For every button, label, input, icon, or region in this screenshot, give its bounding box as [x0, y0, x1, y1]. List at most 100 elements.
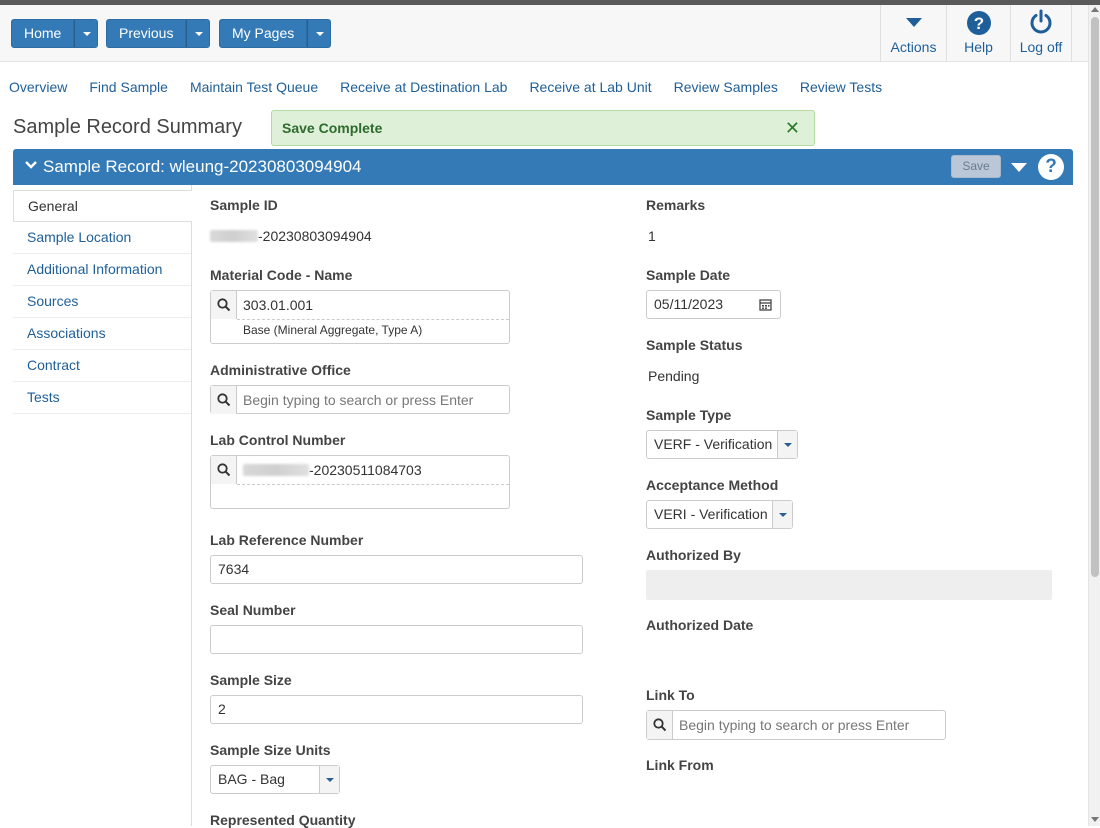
- search-icon: [653, 718, 667, 732]
- lab-control-number-text: -20230511084703: [309, 462, 422, 478]
- scroll-down-icon[interactable]: [1091, 817, 1099, 822]
- top-navigation-bar: Home Previous My Pages Actions ? Help Lo…: [0, 5, 1088, 62]
- sample-record-panel-header: Sample Record: wleung-20230803094904 Sav…: [13, 149, 1073, 185]
- sample-size-units-select[interactable]: BAG - Bag: [210, 765, 340, 794]
- lab-control-number-value: -20230511084703: [243, 462, 422, 478]
- vertical-scrollbar[interactable]: [1088, 5, 1100, 826]
- search-icon-cell: [211, 386, 237, 414]
- administrative-office-search[interactable]: Begin typing to search or press Enter: [210, 385, 510, 414]
- tab-maintain-test-queue[interactable]: Maintain Test Queue: [190, 79, 318, 97]
- previous-button[interactable]: Previous: [106, 19, 187, 48]
- log-off-button[interactable]: Log off: [1010, 5, 1072, 62]
- scroll-up-icon[interactable]: [1091, 7, 1099, 12]
- sidebar-item-tests[interactable]: Tests: [13, 382, 191, 414]
- link-to-search[interactable]: Begin typing to search or press Enter: [646, 710, 946, 740]
- sidebar-item-contract[interactable]: Contract: [13, 350, 191, 382]
- redacted-text: [210, 230, 258, 242]
- acceptance-method-select[interactable]: VERI - Verification: [646, 500, 793, 529]
- seal-number-label: Seal Number: [210, 602, 296, 618]
- log-off-label: Log off: [1019, 39, 1063, 55]
- home-dropdown-toggle[interactable]: [74, 19, 99, 48]
- chevron-down-icon: [905, 18, 922, 27]
- material-code-label: Material Code - Name: [210, 267, 353, 283]
- search-icon: [217, 298, 231, 312]
- sample-type-value: VERF - Verification: [654, 436, 773, 452]
- record-sections-sidebar: General Sample Location Additional Infor…: [13, 185, 192, 826]
- remarks-value: 1: [648, 228, 656, 244]
- close-icon[interactable]: ✕: [785, 118, 800, 139]
- tab-receive-at-lab-unit[interactable]: Receive at Lab Unit: [529, 79, 651, 97]
- help-label: Help: [964, 39, 993, 55]
- svg-text:?: ?: [973, 14, 983, 33]
- sidebar-item-additional-information[interactable]: Additional Information: [13, 254, 191, 286]
- authorized-by-label: Authorized By: [646, 547, 741, 563]
- actions-button[interactable]: Actions: [880, 5, 946, 62]
- my-pages-button[interactable]: My Pages: [219, 19, 308, 48]
- administrative-office-placeholder: Begin typing to search or press Enter: [243, 392, 474, 408]
- sample-id-label: Sample ID: [210, 197, 278, 213]
- material-code-value: 303.01.001: [243, 297, 314, 313]
- help-icon: ?: [966, 11, 991, 35]
- chevron-down-icon[interactable]: [25, 160, 37, 170]
- lab-reference-number-input[interactable]: 7634: [210, 555, 583, 584]
- sample-size-units-value: BAG - Bag: [218, 771, 285, 787]
- sidebar-item-general[interactable]: General: [13, 190, 192, 222]
- scrollbar-thumb[interactable]: [1091, 17, 1099, 577]
- sample-status-value: Pending: [648, 368, 700, 384]
- search-icon-cell: [211, 456, 237, 484]
- previous-button-group: Previous: [106, 19, 211, 48]
- tab-receive-at-destination-lab[interactable]: Receive at Destination Lab: [340, 79, 507, 97]
- lab-control-number-search[interactable]: -20230511084703: [210, 455, 510, 509]
- seal-number-input[interactable]: [210, 625, 583, 654]
- panel-help-icon[interactable]: ?: [1038, 154, 1064, 180]
- link-to-label: Link To: [646, 687, 695, 703]
- link-to-placeholder: Begin typing to search or press Enter: [679, 717, 910, 733]
- tab-overview[interactable]: Overview: [9, 79, 67, 97]
- help-button[interactable]: ? Help: [946, 5, 1010, 62]
- material-name-value: Base (Mineral Aggregate, Type A): [237, 319, 509, 340]
- home-button[interactable]: Home: [11, 19, 75, 48]
- previous-dropdown-toggle[interactable]: [186, 19, 211, 48]
- sidebar-item-associations[interactable]: Associations: [13, 318, 191, 350]
- sample-id-value: -20230803094904: [210, 228, 372, 244]
- tab-review-samples[interactable]: Review Samples: [674, 79, 778, 97]
- alert-message: Save Complete: [282, 120, 383, 136]
- sample-type-label: Sample Type: [646, 407, 732, 423]
- sample-status-label: Sample Status: [646, 337, 743, 353]
- search-icon: [217, 463, 231, 477]
- remarks-label: Remarks: [646, 197, 706, 213]
- panel-title: Sample Record: wleung-20230803094904: [43, 157, 362, 176]
- search-icon-cell: [647, 711, 673, 739]
- lab-control-number-description: [237, 484, 509, 509]
- sample-date-label: Sample Date: [646, 267, 731, 283]
- link-from-label: Link From: [646, 757, 714, 773]
- sample-date-input[interactable]: 05/11/2023: [646, 290, 781, 319]
- authorized-by-field: [646, 570, 1052, 600]
- sidebar-item-sample-location[interactable]: Sample Location: [13, 222, 191, 254]
- my-pages-dropdown-toggle[interactable]: [307, 19, 332, 48]
- chevron-down-icon: [772, 501, 792, 528]
- sample-size-units-label: Sample Size Units: [210, 742, 331, 758]
- sample-type-select[interactable]: VERF - Verification: [646, 430, 798, 459]
- acceptance-method-label: Acceptance Method: [646, 477, 779, 493]
- sidebar-item-sources[interactable]: Sources: [13, 286, 191, 318]
- redacted-text: [243, 464, 309, 476]
- panel-menu-dropdown-icon[interactable]: [1011, 163, 1027, 172]
- sample-id-text: -20230803094904: [258, 228, 372, 244]
- save-button[interactable]: Save: [951, 155, 1001, 178]
- chevron-down-icon: [319, 766, 339, 793]
- tab-find-sample[interactable]: Find Sample: [89, 79, 168, 97]
- material-code-search[interactable]: 303.01.001 Base (Mineral Aggregate, Type…: [210, 290, 510, 344]
- lab-control-number-label: Lab Control Number: [210, 432, 346, 448]
- sample-size-label: Sample Size: [210, 672, 292, 688]
- acceptance-method-value: VERI - Verification: [654, 506, 768, 522]
- tab-review-tests[interactable]: Review Tests: [800, 79, 882, 97]
- calendar-icon[interactable]: [759, 298, 772, 311]
- chevron-down-icon: [777, 431, 797, 458]
- save-complete-alert: Save Complete ✕: [271, 110, 815, 146]
- authorized-date-label: Authorized Date: [646, 617, 754, 633]
- sample-size-input[interactable]: 2: [210, 695, 583, 724]
- lab-reference-number-label: Lab Reference Number: [210, 532, 364, 548]
- sample-date-value: 05/11/2023: [654, 296, 724, 312]
- administrative-office-label: Administrative Office: [210, 362, 351, 378]
